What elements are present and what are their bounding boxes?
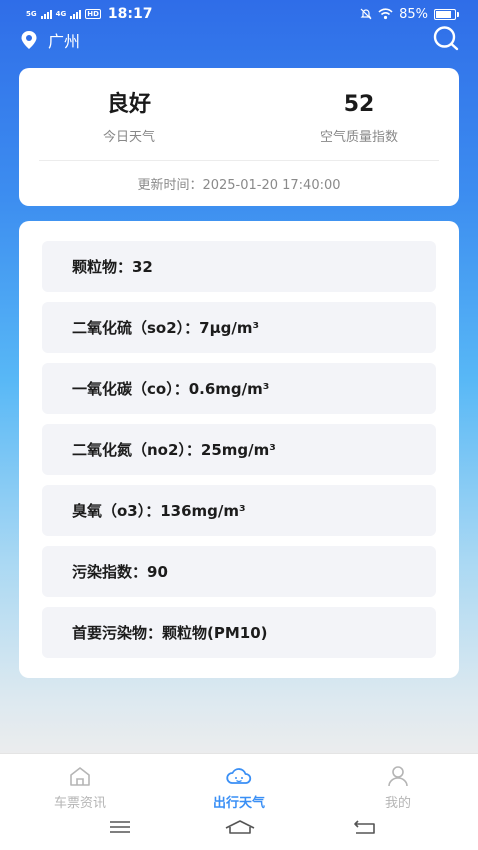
weather-cloud-icon <box>226 768 252 784</box>
detail-row-primary-pollutant: 首要污染物：颗粒物(PM10) <box>42 607 436 658</box>
tab-travel-weather[interactable]: 出行天气 <box>179 764 299 811</box>
detail-row-o3: 臭氧（o3）：136mg/m³ <box>42 485 436 536</box>
location-selector[interactable]: 广州 <box>20 28 80 52</box>
hd-badge: HD <box>85 9 101 19</box>
network-4g-label: 4G <box>55 9 67 18</box>
aqi-value: 52 <box>343 92 375 117</box>
home-nav-icon[interactable] <box>224 818 256 836</box>
back-icon[interactable] <box>352 818 378 836</box>
status-bar-right: 85% <box>360 6 459 22</box>
battery-icon <box>434 8 459 20</box>
aqi-label: 空气质量指数 <box>319 130 398 145</box>
air-quality-summary-card: 良好 今日天气 52 空气质量指数 更新时间：2025-01-20 17:40:… <box>19 68 459 206</box>
header: 广州 <box>0 24 478 56</box>
wifi-icon <box>378 8 393 20</box>
network-5g-label: 5G <box>26 9 37 18</box>
city-name: 广州 <box>48 32 81 51</box>
detail-row-so2: 二氧化硫（so2）：7μg/m³ <box>42 302 436 353</box>
divider <box>39 160 439 161</box>
tab-travel-weather-label: 出行天气 <box>212 796 265 811</box>
status-time: 18:17 <box>107 6 153 22</box>
search-icon <box>433 26 459 51</box>
tab-mine-label: 我的 <box>384 796 411 811</box>
pollutant-details-card: 颗粒物：32 二氧化硫（so2）：7μg/m³ 一氧化碳（co）：0.6mg/m… <box>19 221 459 678</box>
user-icon <box>388 766 408 787</box>
location-pin-icon <box>21 31 37 49</box>
signal-icon <box>40 9 52 19</box>
detail-row-no2: 二氧化氮（no2）：25mg/m³ <box>42 424 436 475</box>
quality-label: 今日天气 <box>102 130 155 145</box>
search-button[interactable] <box>432 25 460 55</box>
detail-row-co: 一氧化碳（co）：0.6mg/m³ <box>42 363 436 414</box>
quality-summary: 良好 今日天气 <box>29 90 229 145</box>
detail-row-particulate: 颗粒物：32 <box>42 241 436 292</box>
update-time: 更新时间：2025-01-20 17:40:00 <box>137 178 341 193</box>
status-bar-left: 5G 4G HD 18:17 <box>26 6 153 22</box>
tab-ticket-news[interactable]: 车票资讯 <box>20 764 140 811</box>
battery-percent: 85% <box>399 6 428 22</box>
tab-mine[interactable]: 我的 <box>338 764 458 811</box>
quality-value: 良好 <box>106 92 151 117</box>
mute-icon <box>360 8 372 20</box>
aqi-summary: 52 空气质量指数 <box>259 90 459 145</box>
bottom-tab-bar: 车票资讯 出行天气 我的 <box>0 753 478 850</box>
signal-icon-2 <box>70 9 82 19</box>
system-navigation-bar <box>0 814 478 844</box>
home-icon <box>70 767 90 786</box>
menu-icon[interactable] <box>108 818 132 836</box>
detail-row-pollution-index: 污染指数：90 <box>42 546 436 597</box>
tab-ticket-news-label: 车票资讯 <box>53 796 106 811</box>
